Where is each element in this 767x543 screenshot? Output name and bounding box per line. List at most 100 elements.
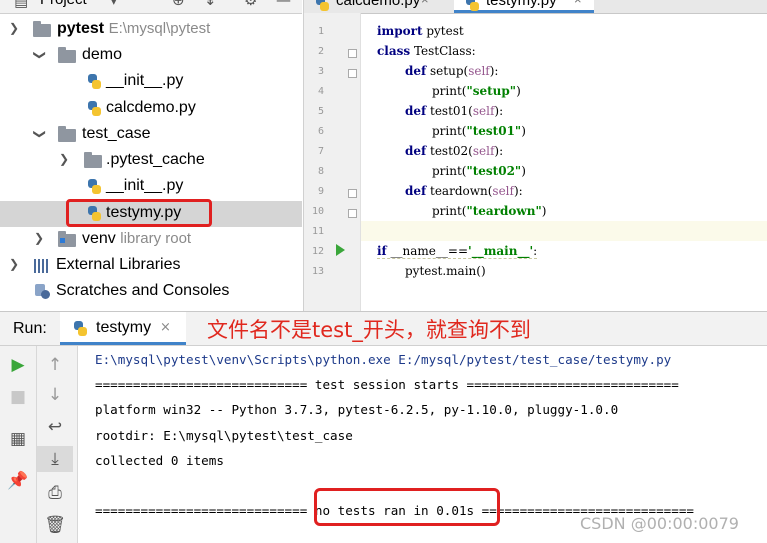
- close-icon[interactable]: ×: [160, 320, 171, 335]
- line-number: 10: [311, 206, 324, 217]
- python-file-icon: [86, 100, 102, 118]
- tree-item-external-libraries[interactable]: ❯ External Libraries: [0, 253, 302, 279]
- console-line: rootdir: E:\mysql\pytest\test_case: [95, 428, 353, 443]
- tree-item-label: Scratches and Consoles: [56, 282, 230, 299]
- code-line: def test01(self):: [405, 104, 504, 118]
- chevron-down-icon[interactable]: ❯: [8, 21, 20, 37]
- tree-item-label: pytest: [57, 20, 105, 37]
- tree-item-path: E:\mysql\pytest: [108, 20, 211, 37]
- run-gutter-icon[interactable]: [336, 244, 345, 256]
- code-line: print("setup"): [432, 84, 521, 98]
- run-tab-label: testymy: [96, 319, 152, 336]
- pin-icon[interactable]: 📌: [0, 468, 36, 494]
- python-file-icon: [72, 320, 88, 338]
- print-icon[interactable]: ⎙: [37, 480, 73, 506]
- tree-item-venv[interactable]: ❯ venv library root: [0, 227, 302, 253]
- line-number: 5: [317, 106, 324, 117]
- tree-item-root[interactable]: ❯ pytest E:\mysql\pytest: [0, 17, 302, 43]
- line-number: 8: [317, 166, 324, 177]
- tree-item-demo[interactable]: ❯ demo: [0, 43, 302, 69]
- line-number: 4: [317, 86, 324, 97]
- rerun-icon[interactable]: ▶: [0, 352, 36, 378]
- line-number: 6: [317, 126, 324, 137]
- highlight-box-testymy: [66, 199, 212, 227]
- tree-item-label: .pytest_cache: [106, 151, 205, 168]
- highlight-box-no-tests: [314, 488, 500, 526]
- code-line: if __name__=='__main__':: [377, 244, 538, 259]
- tree-item-scratches[interactable]: Scratches and Consoles: [0, 279, 302, 305]
- close-icon[interactable]: ×: [574, 0, 582, 7]
- stop-icon[interactable]: ■: [0, 384, 36, 410]
- locate-icon[interactable]: ⊕: [172, 0, 185, 9]
- line-number: 7: [317, 146, 324, 157]
- code-line-current: [361, 221, 767, 241]
- fold-icon[interactable]: [348, 49, 357, 58]
- tab-testymy[interactable]: testymy.py ×: [454, 0, 594, 13]
- fold-icon[interactable]: [348, 209, 357, 218]
- editor-gutter: 1 2 3 4 5 6 7 8 9 10 11 12 13: [304, 13, 361, 311]
- scratches-icon: [35, 284, 51, 300]
- tree-item-label: __init__.py: [106, 72, 184, 89]
- tab-run-testymy[interactable]: testymy ×: [60, 312, 186, 345]
- chevron-down-icon[interactable]: ❯: [31, 49, 47, 61]
- layout-icon[interactable]: ▦: [0, 426, 36, 452]
- libraries-icon: [34, 259, 52, 273]
- project-panel-icon: ▤: [14, 0, 29, 10]
- line-number: 3: [317, 66, 324, 77]
- fold-icon[interactable]: [348, 69, 357, 78]
- chevron-down-icon[interactable]: ❯: [31, 128, 47, 140]
- close-icon[interactable]: ×: [421, 0, 429, 7]
- console-line: ============================ test sessio…: [95, 377, 679, 392]
- code-line: def test02(self):: [405, 144, 504, 158]
- code-line: def setup(self):: [405, 64, 499, 78]
- run-toolbar-left: ▶ ■ ▦ 📌: [0, 346, 37, 543]
- line-number: 2: [317, 46, 324, 57]
- project-dropdown-icon[interactable]: ▾: [110, 0, 118, 9]
- code-line: def teardown(self):: [405, 184, 523, 198]
- tab-label: calcdemo.py: [336, 0, 421, 9]
- code-line: class TestClass:: [377, 44, 476, 58]
- tree-item-label: test_case: [82, 125, 151, 142]
- code-line: pytest.main(): [405, 264, 486, 278]
- tab-calcdemo[interactable]: calcdemo.py ×: [304, 0, 438, 13]
- python-file-icon: [464, 0, 480, 13]
- trash-icon[interactable]: 🗑: [37, 512, 73, 538]
- chevron-right-icon[interactable]: ❯: [33, 231, 45, 247]
- soft-wrap-icon[interactable]: ↩: [37, 414, 73, 440]
- line-number: 12: [311, 246, 324, 257]
- code-line: print("test02"): [432, 164, 526, 178]
- tree-item-init-test-case[interactable]: __init__.py: [0, 174, 302, 200]
- line-number: 11: [311, 226, 324, 237]
- tree-item-calcdemo[interactable]: calcdemo.py: [0, 96, 302, 122]
- project-panel: ▤ Project ▾ ⊕ ⇟ ⚙ — ❯ pytest E:\mysql\py…: [0, 0, 302, 311]
- chevron-right-icon[interactable]: ❯: [8, 257, 20, 273]
- tab-label: testymy.py: [486, 0, 557, 9]
- up-arrow-icon[interactable]: ↑: [37, 352, 73, 378]
- code-area[interactable]: import pytest class TestClass: def setup…: [361, 13, 767, 311]
- line-number: 13: [311, 266, 324, 277]
- code-line: print("test01"): [432, 124, 526, 138]
- console-line: collected 0 items: [95, 453, 224, 468]
- project-title[interactable]: Project: [40, 0, 87, 8]
- tree-item-init-demo[interactable]: __init__.py: [0, 69, 302, 95]
- fold-icon[interactable]: [348, 189, 357, 198]
- run-toolbar-right: ↑ ↓ ↩ ⤓ ⎙ 🗑: [37, 346, 78, 543]
- chevron-right-icon[interactable]: ❯: [58, 152, 70, 168]
- tree-item-label: demo: [82, 46, 123, 63]
- hide-icon[interactable]: —: [276, 0, 291, 9]
- python-file-icon: [86, 73, 102, 91]
- run-label: Run:: [13, 320, 47, 337]
- code-editor[interactable]: calcdemo.py × testymy.py × 1 2 3 4 5 6 7…: [303, 0, 767, 311]
- scroll-to-end-icon[interactable]: ⤓: [37, 446, 73, 472]
- library-root-note: library root: [120, 230, 192, 247]
- tree-item-label: venv: [82, 230, 116, 247]
- tree-item-test-case[interactable]: ❯ test_case: [0, 122, 302, 148]
- down-arrow-icon[interactable]: ↓: [37, 382, 73, 408]
- collapse-all-icon[interactable]: ⇟: [204, 0, 217, 9]
- tree-item-label: __init__.py: [106, 177, 184, 194]
- console-line: E:\mysql\pytest\venv\Scripts\python.exe …: [95, 352, 672, 367]
- project-header: ▤ Project ▾ ⊕ ⇟ ⚙ —: [0, 0, 302, 14]
- folder-icon: [58, 47, 76, 63]
- settings-gear-icon[interactable]: ⚙: [244, 0, 257, 9]
- tree-item-pytest-cache[interactable]: ❯ .pytest_cache: [0, 148, 302, 174]
